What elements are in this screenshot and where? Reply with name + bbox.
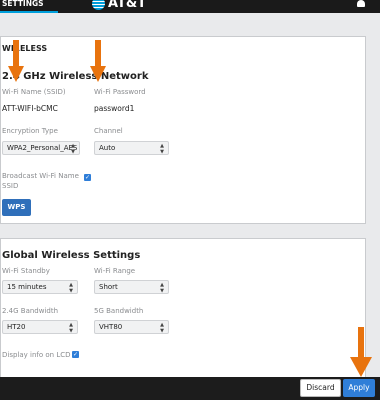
tab-settings[interactable]: SETTINGS — [0, 0, 58, 13]
broadcast-ssid-label-2: SSID — [2, 182, 19, 190]
ssid-label: Wi-Fi Name (SSID) — [2, 88, 66, 96]
annotation-arrow-icon — [90, 40, 106, 82]
annotation-arrow-icon — [8, 40, 24, 82]
discard-button[interactable]: Discard — [300, 379, 341, 397]
global-settings-card — [0, 238, 366, 400]
encryption-label: Encryption Type — [2, 127, 58, 135]
select-caret-icon: ▲ ▼ — [160, 282, 164, 294]
select-caret-icon: ▲ ▼ — [160, 322, 164, 334]
display-lcd-checkbox[interactable]: ✓ — [72, 351, 79, 358]
encryption-value: WPA2_Personal_AES — [7, 144, 78, 152]
wifi-standby-label: Wi-Fi Standby — [2, 267, 50, 275]
apply-button[interactable]: Apply — [343, 379, 375, 397]
globe-icon — [92, 0, 105, 10]
bandwidth-5g-label: 5G Bandwidth — [94, 307, 144, 315]
bandwidth-5g-select[interactable]: VHT80 ▲ ▼ — [94, 320, 169, 334]
brand-name: AT&T — [108, 0, 147, 11]
wifi-range-label: Wi-Fi Range — [94, 267, 136, 275]
select-caret-icon: ▲ ▼ — [160, 143, 164, 155]
select-caret-icon: ▲ ▼ — [69, 282, 73, 294]
wifi-standby-value: 15 minutes — [7, 283, 47, 291]
wifi-range-value: Short — [99, 283, 118, 291]
bandwidth-24g-value: HT20 — [7, 323, 26, 331]
bandwidth-5g-value: VHT80 — [99, 323, 123, 331]
channel-select[interactable]: Auto ▲ ▼ — [94, 141, 169, 155]
wifi-standby-select[interactable]: 15 minutes ▲ ▼ — [2, 280, 78, 294]
display-lcd-label: Display info on LCD — [2, 351, 71, 359]
password-label: Wi-Fi Password — [94, 88, 146, 96]
annotation-arrow-icon — [350, 327, 372, 377]
wps-button[interactable]: WPS — [2, 199, 31, 216]
broadcast-ssid-label: Broadcast Wi-Fi Name — [2, 172, 79, 180]
encryption-select[interactable]: WPA2_Personal_AES ▲ ▼ — [2, 141, 80, 155]
password-field[interactable]: password1 — [94, 104, 134, 113]
notification-icon[interactable] — [357, 0, 365, 7]
ssid-field[interactable]: ATT-WIFI-bCMC — [2, 104, 58, 113]
channel-value: Auto — [99, 144, 116, 152]
broadcast-ssid-checkbox[interactable]: ✓ — [84, 174, 91, 181]
select-caret-icon: ▲ ▼ — [71, 143, 75, 155]
top-bar: SETTINGS AT&T — [0, 0, 380, 13]
att-logo: AT&T — [92, 0, 146, 11]
wifi-range-select[interactable]: Short ▲ ▼ — [94, 280, 169, 294]
channel-label: Channel — [94, 127, 123, 135]
global-settings-title: Global Wireless Settings — [2, 250, 141, 261]
bandwidth-24g-label: 2.4G Bandwidth — [2, 307, 59, 315]
bandwidth-24g-select[interactable]: HT20 ▲ ▼ — [2, 320, 78, 334]
select-caret-icon: ▲ ▼ — [69, 322, 73, 334]
